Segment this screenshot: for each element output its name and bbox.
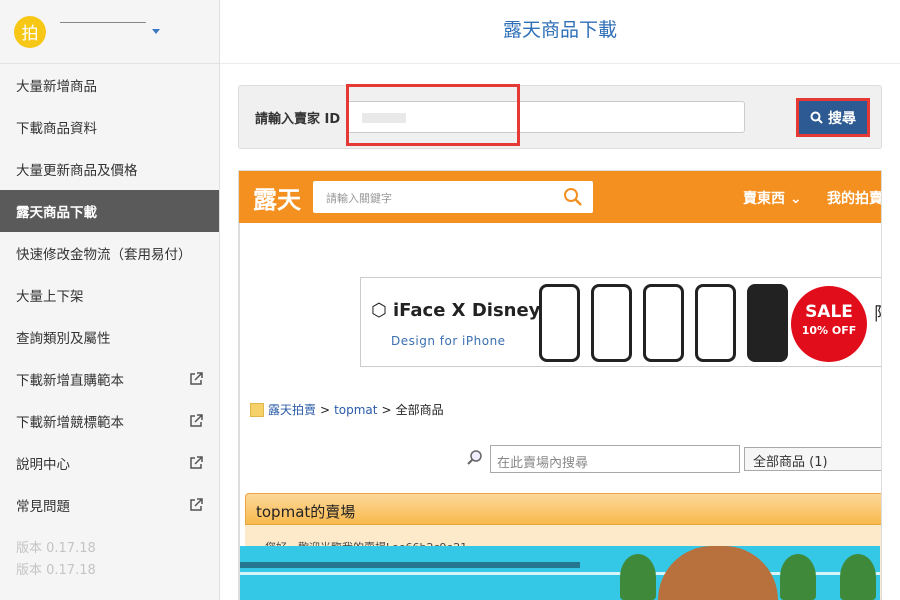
banner-subtitle: Design for iPhone [391, 334, 506, 348]
account-name[interactable] [60, 21, 146, 23]
sidebar-item-bulk-update[interactable]: 大量更新商品及價格 [0, 148, 219, 190]
shop-category-select[interactable]: 全部商品 (1) [744, 447, 881, 471]
rollercoaster-image [658, 546, 778, 600]
breadcrumb-topmat[interactable]: topmat [334, 403, 377, 417]
sidebar-item-download-data[interactable]: 下載商品資料 [0, 106, 219, 148]
phone-case-image [695, 284, 736, 362]
palm-tree-image [620, 554, 656, 600]
sidebar-item-faq[interactable]: 常見問題 [0, 484, 219, 526]
nav-my-auction[interactable]: 我的拍賣 [827, 188, 881, 208]
highlight-box-input [346, 84, 520, 146]
phone-case-image [591, 284, 632, 362]
banner-cut-text: 限 [874, 300, 881, 326]
sidebar-item-bid-template[interactable]: 下載新增競標範本 [0, 400, 219, 442]
sidebar-item-category-query[interactable]: 查詢類別及屬性 [0, 316, 219, 358]
main-content: 露天商品下載 請輸入賣家 ID 搜尋 露天 請輸入關鍵字 賣東西 ⌄ 我的拍賣 … [220, 0, 900, 600]
seller-search-panel: 請輸入賣家 ID [238, 85, 882, 149]
seller-id-label: 請輸入賣家 ID [255, 112, 341, 127]
ruten-search-input[interactable]: 請輸入關鍵字 [313, 181, 593, 213]
magnifier-icon [467, 450, 482, 465]
promo-banner[interactable]: ⬡ iFace X Disney Design for iPhone SALE … [360, 277, 881, 367]
store-header: topmat的賣場 [245, 493, 881, 525]
banner-brand: ⬡ iFace X Disney [371, 300, 541, 321]
search-icon [810, 111, 823, 124]
nav-sell[interactable]: 賣東西 ⌄ [743, 188, 802, 208]
ruten-logo[interactable]: 露天 [253, 180, 301, 215]
search-button-highlight: 搜尋 [796, 98, 870, 137]
store-body: ⬡ iFace X Disney Design for iPhone SALE … [239, 223, 881, 599]
palm-tree-image [840, 554, 876, 600]
breadcrumb: 露天拍賣 > topmat > 全部商品 [250, 401, 444, 418]
chevron-down-icon[interactable] [152, 29, 160, 34]
breadcrumb-ruten[interactable]: 露天拍賣 [268, 401, 316, 418]
sidebar-item-ruten-download[interactable]: 露天商品下載 [0, 190, 219, 232]
ruten-header: 露天 請輸入關鍵字 賣東西 ⌄ 我的拍賣 [239, 171, 881, 223]
search-icon[interactable] [563, 187, 583, 207]
sidebar-item-help-center[interactable]: 說明中心 [0, 442, 219, 484]
avatar[interactable]: 拍 [14, 15, 46, 48]
theme-park-banner [240, 546, 880, 600]
phone-case-image [747, 284, 788, 362]
external-link-icon [190, 372, 203, 385]
shop-search-input[interactable]: 在此賣場內搜尋 [490, 445, 740, 473]
sidebar: 拍 大量新增商品 下載商品資料 大量更新商品及價格 露天商品下載 快速修改金物流… [0, 0, 220, 600]
sale-badge: SALE 10% OFF [791, 286, 867, 362]
phone-case-image [539, 284, 580, 362]
page-title: 露天商品下載 [220, 0, 900, 64]
version-label-echo: 版本 0.17.18 [16, 563, 96, 578]
sidebar-menu: 大量新增商品 下載商品資料 大量更新商品及價格 露天商品下載 快速修改金物流（套… [0, 64, 219, 526]
account-header: 拍 [0, 0, 219, 64]
external-link-icon [190, 456, 203, 469]
phone-case-image [643, 284, 684, 362]
external-link-icon [190, 498, 203, 511]
sidebar-item-direct-template[interactable]: 下載新增直購範本 [0, 358, 219, 400]
version-label: 版本 0.17.18 [16, 541, 96, 556]
breadcrumb-current: 全部商品 [395, 403, 444, 417]
embedded-store-page[interactable]: 露天 請輸入關鍵字 賣東西 ⌄ 我的拍賣 ⬡ iFace X Disney De… [238, 170, 882, 600]
external-link-icon [190, 414, 203, 427]
sidebar-item-bulk-shelf[interactable]: 大量上下架 [0, 274, 219, 316]
sidebar-item-bulk-add[interactable]: 大量新增商品 [0, 64, 219, 106]
breadcrumb-icon [250, 402, 264, 417]
sidebar-item-quick-logistics[interactable]: 快速修改金物流（套用易付） [0, 232, 219, 274]
palm-tree-image [780, 554, 816, 600]
search-button[interactable]: 搜尋 [799, 101, 867, 134]
